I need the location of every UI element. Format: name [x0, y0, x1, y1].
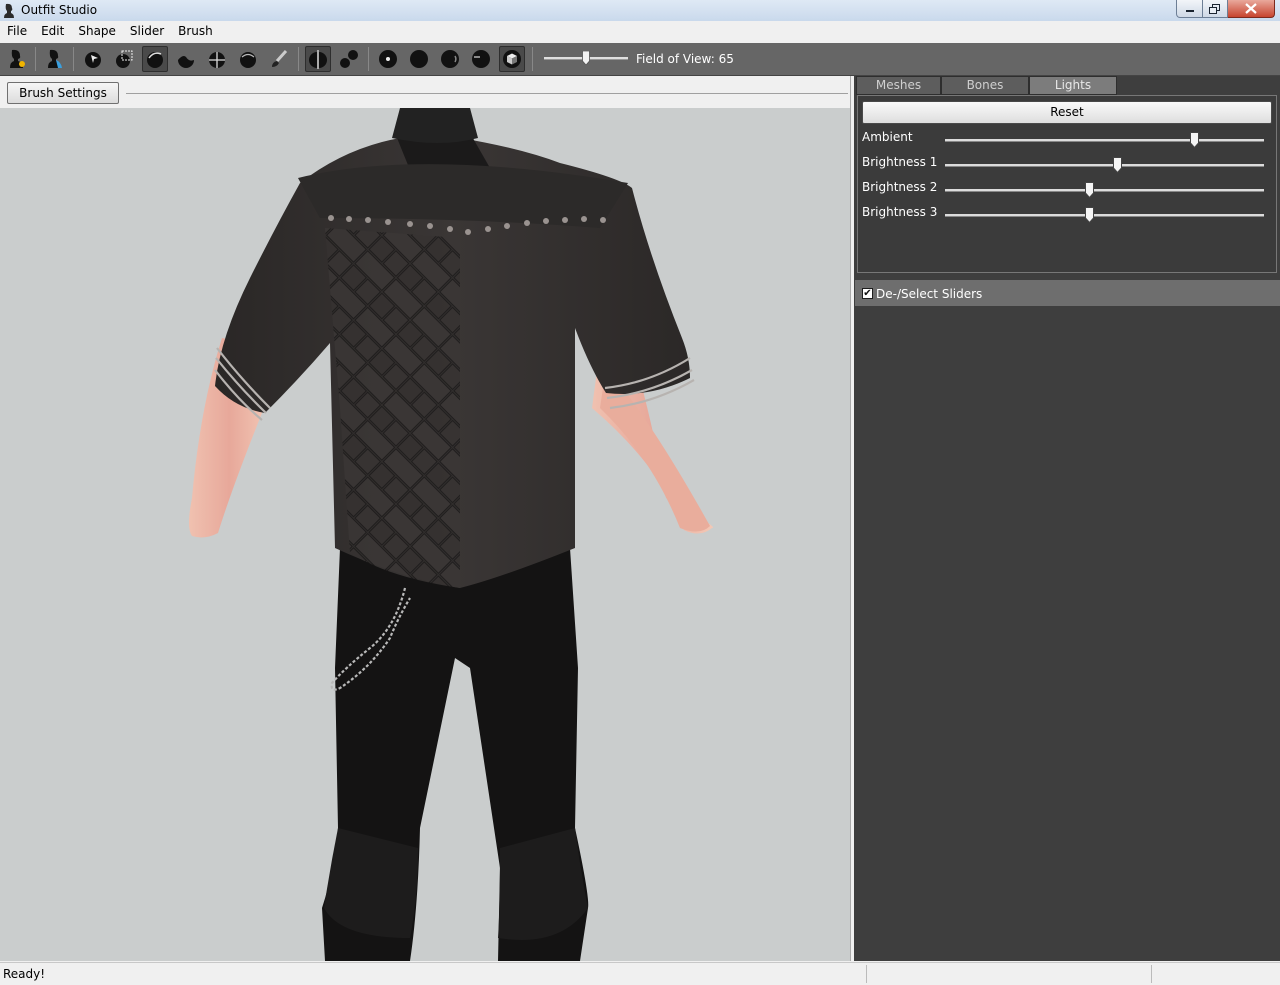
- wireframe-button[interactable]: [406, 46, 432, 72]
- brightness-1-label: Brightness 1: [862, 155, 938, 169]
- character-model: [189, 108, 714, 961]
- smooth-brush-button[interactable]: [235, 46, 261, 72]
- brush-settings-button[interactable]: Brush Settings >>: [7, 82, 119, 120]
- close-icon: [1245, 3, 1257, 14]
- inflate-brush-icon: [147, 52, 163, 68]
- tab-meshes[interactable]: Meshes: [856, 76, 941, 95]
- move-brush-icon: [209, 52, 225, 68]
- slider-thumb[interactable]: [1084, 182, 1094, 198]
- move-brush-button[interactable]: [204, 46, 230, 72]
- deselect-sliders-checkbox[interactable]: ✔: [862, 288, 873, 299]
- mask-icon: [472, 50, 490, 68]
- slider-thumb[interactable]: [1113, 157, 1123, 173]
- title-bar: Outfit Studio: [0, 0, 1280, 21]
- brush-settings-divider: [126, 93, 848, 94]
- brightness-3-slider-row: Brightness 3: [862, 205, 1272, 225]
- status-text: Ready!: [3, 967, 46, 981]
- load-reference-icon: [48, 49, 62, 68]
- brightness-2-slider-row: Brightness 2: [862, 180, 1272, 200]
- weight-brush-button[interactable]: [266, 46, 292, 72]
- lighting-button[interactable]: [437, 46, 463, 72]
- brightness-2-label: Brightness 2: [862, 180, 938, 194]
- wireframe-icon: [410, 50, 428, 68]
- brightness-3-slider[interactable]: [945, 207, 1264, 223]
- ambient-label: Ambient: [862, 130, 913, 144]
- slider-thumb[interactable]: [1189, 132, 1199, 148]
- x-mirror-button[interactable]: [305, 46, 331, 72]
- cube-icon: [503, 50, 521, 68]
- restore-button[interactable]: [1203, 0, 1228, 18]
- ambient-slider[interactable]: [945, 132, 1264, 148]
- new-project-button[interactable]: [4, 46, 30, 72]
- brightness-3-label: Brightness 3: [862, 205, 938, 219]
- reset-lights-button[interactable]: Reset: [862, 101, 1272, 124]
- connected-only-button[interactable]: [336, 46, 362, 72]
- tab-bones[interactable]: Bones: [941, 76, 1029, 95]
- ambient-slider-row: Ambient: [862, 130, 1272, 150]
- deflate-brush-icon: [178, 56, 194, 68]
- select-icon: [85, 52, 101, 68]
- status-bar: Ready!: [0, 962, 1280, 985]
- menu-edit[interactable]: Edit: [34, 21, 71, 41]
- rectangle-select-icon: [116, 50, 133, 68]
- minimize-button[interactable]: [1176, 0, 1203, 18]
- brightness-1-slider-row: Brightness 1: [862, 155, 1272, 175]
- menu-file[interactable]: File: [0, 21, 34, 41]
- brightness-2-slider[interactable]: [945, 182, 1264, 198]
- outfit-studio-bust-icon: [4, 3, 14, 18]
- paint-brush-icon: [272, 49, 288, 67]
- menu-brush[interactable]: Brush: [171, 21, 220, 41]
- brightness-1-slider[interactable]: [945, 157, 1264, 173]
- status-divider: [866, 965, 867, 983]
- vertices-icon: [379, 50, 397, 68]
- window-controls: [1176, 0, 1275, 18]
- lighting-icon: [441, 50, 459, 68]
- field-of-view-label: Field of View: 65: [636, 52, 734, 66]
- smooth-brush-icon: [240, 52, 256, 68]
- textures-button[interactable]: [499, 46, 525, 72]
- menu-shape[interactable]: Shape: [71, 21, 123, 41]
- new-project-icon: [10, 49, 25, 68]
- select-tool-button[interactable]: [80, 46, 106, 72]
- menu-slider[interactable]: Slider: [123, 21, 171, 41]
- panel-tabs: Meshes Bones Lights: [856, 76, 1117, 95]
- masks-button[interactable]: [468, 46, 494, 72]
- connected-icon: [340, 50, 358, 68]
- mirror-icon: [309, 50, 327, 69]
- slider-thumb[interactable]: [1084, 207, 1094, 223]
- restore-icon: [1209, 3, 1220, 14]
- window-title: Outfit Studio: [21, 3, 98, 17]
- inflate-brush-button[interactable]: [142, 46, 168, 72]
- load-reference-button[interactable]: [42, 46, 68, 72]
- minimize-icon: [1185, 9, 1194, 12]
- menu-bar: File Edit Shape Slider Brush: [0, 21, 1280, 41]
- 3d-viewport[interactable]: [0, 108, 850, 961]
- deflate-brush-button[interactable]: [173, 46, 199, 72]
- show-vertices-button[interactable]: [375, 46, 401, 72]
- deselect-sliders-label: De-/Select Sliders: [876, 287, 983, 301]
- close-button[interactable]: [1228, 0, 1275, 18]
- tab-lights[interactable]: Lights: [1029, 76, 1117, 95]
- field-of-view-slider[interactable]: [544, 51, 628, 65]
- status-divider: [1151, 965, 1152, 983]
- transform-tool-button[interactable]: [111, 46, 137, 72]
- checkmark-icon: ✔: [863, 288, 872, 299]
